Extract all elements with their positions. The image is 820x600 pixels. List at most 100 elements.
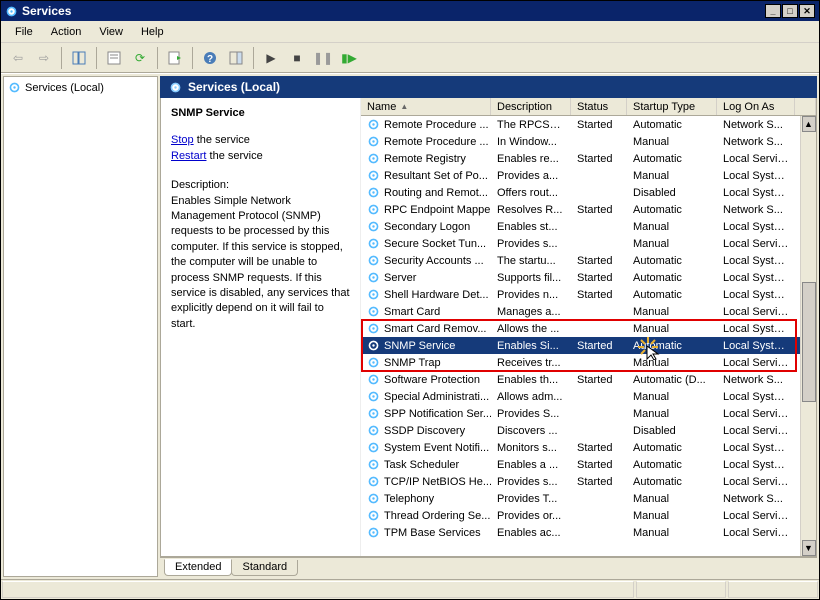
stop-service-link[interactable]: Stop bbox=[171, 134, 194, 146]
service-desc: Enables re... bbox=[491, 153, 571, 165]
restart-service-link[interactable]: Restart bbox=[171, 150, 206, 162]
table-row[interactable]: Secondary LogonEnables st...ManualLocal … bbox=[361, 218, 816, 235]
service-desc: Allows the ... bbox=[491, 323, 571, 335]
titlebar[interactable]: Services _ □ ✕ bbox=[1, 1, 819, 21]
start-service-button[interactable]: ▶ bbox=[260, 47, 282, 69]
service-icon bbox=[367, 373, 380, 386]
scroll-track[interactable] bbox=[802, 132, 816, 540]
col-startup[interactable]: Startup Type bbox=[627, 98, 717, 115]
show-hide-tree-button[interactable] bbox=[68, 47, 90, 69]
table-row[interactable]: Remote Procedure ...The RPCSS...StartedA… bbox=[361, 116, 816, 133]
service-desc: Discovers ... bbox=[491, 425, 571, 437]
table-row[interactable]: ServerSupports fil...StartedAutomaticLoc… bbox=[361, 269, 816, 286]
col-scroll-spacer bbox=[795, 98, 816, 115]
col-status[interactable]: Status bbox=[571, 98, 627, 115]
table-row[interactable]: SNMP TrapReceives tr...ManualLocal Servi… bbox=[361, 354, 816, 371]
service-logon: Network S... bbox=[717, 374, 795, 386]
minimize-button[interactable]: _ bbox=[765, 4, 781, 18]
table-row[interactable]: Resultant Set of Po...Provides a...Manua… bbox=[361, 167, 816, 184]
table-row[interactable]: Shell Hardware Det...Provides n...Starte… bbox=[361, 286, 816, 303]
service-name: Server bbox=[384, 272, 416, 284]
pause-service-button[interactable]: ❚❚ bbox=[312, 47, 334, 69]
service-logon: Local System bbox=[717, 289, 795, 301]
table-row[interactable]: Smart Card Remov...Allows the ...ManualL… bbox=[361, 320, 816, 337]
col-logon[interactable]: Log On As bbox=[717, 98, 795, 115]
gear-icon bbox=[169, 81, 182, 94]
close-button[interactable]: ✕ bbox=[799, 4, 815, 18]
stop-service-button[interactable]: ■ bbox=[286, 47, 308, 69]
table-row[interactable]: TCP/IP NetBIOS He...Provides s...Started… bbox=[361, 473, 816, 490]
scroll-up-button[interactable]: ▲ bbox=[802, 116, 816, 132]
table-row[interactable]: Remote RegistryEnables re...StartedAutom… bbox=[361, 150, 816, 167]
col-description[interactable]: Description bbox=[491, 98, 571, 115]
table-row[interactable]: SPP Notification Ser...Provides S...Manu… bbox=[361, 405, 816, 422]
service-startup: Manual bbox=[627, 221, 717, 233]
service-logon: Local Service bbox=[717, 357, 795, 369]
service-logon: Local Service bbox=[717, 527, 795, 539]
service-status: Started bbox=[571, 204, 627, 216]
app-gear-icon bbox=[5, 5, 18, 18]
refresh-button[interactable]: ⟳ bbox=[129, 47, 151, 69]
scroll-thumb[interactable] bbox=[802, 282, 816, 402]
service-startup: Manual bbox=[627, 527, 717, 539]
service-icon bbox=[367, 152, 380, 165]
service-status: Started bbox=[571, 255, 627, 267]
tab-standard[interactable]: Standard bbox=[231, 560, 298, 576]
tab-extended[interactable]: Extended bbox=[164, 559, 232, 576]
service-status: Started bbox=[571, 374, 627, 386]
service-logon: Local Service bbox=[717, 476, 795, 488]
service-name: Thread Ordering Se... bbox=[384, 510, 490, 522]
menu-file[interactable]: File bbox=[7, 24, 41, 40]
table-row[interactable]: System Event Notifi...Monitors s...Start… bbox=[361, 439, 816, 456]
detail-column: SNMP Service Stop the service Restart th… bbox=[161, 98, 361, 556]
table-row[interactable]: SNMP ServiceEnables Si...StartedAutomati… bbox=[361, 337, 816, 354]
action-pane-button[interactable] bbox=[225, 47, 247, 69]
service-logon: Local System bbox=[717, 255, 795, 267]
table-row[interactable]: Secure Socket Tun...Provides s...ManualL… bbox=[361, 235, 816, 252]
service-icon bbox=[367, 220, 380, 233]
list-header: Name▲ Description Status Startup Type Lo… bbox=[361, 98, 816, 116]
table-row[interactable]: RPC Endpoint MapperResolves R...StartedA… bbox=[361, 201, 816, 218]
table-row[interactable]: TelephonyProvides T...ManualNetwork S... bbox=[361, 490, 816, 507]
properties-button[interactable] bbox=[103, 47, 125, 69]
tree-root-node[interactable]: Services (Local) bbox=[8, 81, 153, 94]
service-icon bbox=[367, 237, 380, 250]
maximize-button[interactable]: □ bbox=[782, 4, 798, 18]
table-row[interactable]: SSDP DiscoveryDiscovers ...DisabledLocal… bbox=[361, 422, 816, 439]
col-name[interactable]: Name▲ bbox=[361, 98, 491, 115]
table-row[interactable]: Smart CardManages a...ManualLocal Servic… bbox=[361, 303, 816, 320]
list-body[interactable]: Remote Procedure ...The RPCSS...StartedA… bbox=[361, 116, 816, 556]
table-row[interactable]: Software ProtectionEnables th...StartedA… bbox=[361, 371, 816, 388]
back-button[interactable]: ⇦ bbox=[7, 47, 29, 69]
forward-button[interactable]: ⇨ bbox=[33, 47, 55, 69]
menu-view[interactable]: View bbox=[91, 24, 131, 40]
service-name: RPC Endpoint Mapper bbox=[384, 204, 491, 216]
service-status: Started bbox=[571, 442, 627, 454]
menu-help[interactable]: Help bbox=[133, 24, 172, 40]
table-row[interactable]: Task SchedulerEnables a ...StartedAutoma… bbox=[361, 456, 816, 473]
export-button[interactable] bbox=[164, 47, 186, 69]
service-name: TPM Base Services bbox=[384, 527, 481, 539]
stop-suffix: the service bbox=[194, 134, 250, 146]
service-status: Started bbox=[571, 476, 627, 488]
table-row[interactable]: Remote Procedure ...In Window...ManualNe… bbox=[361, 133, 816, 150]
service-startup: Manual bbox=[627, 323, 717, 335]
table-row[interactable]: Thread Ordering Se...Provides or...Manua… bbox=[361, 507, 816, 524]
tree-pane[interactable]: Services (Local) bbox=[3, 76, 158, 577]
service-name: Remote Procedure ... bbox=[384, 136, 489, 148]
scroll-down-button[interactable]: ▼ bbox=[802, 540, 816, 556]
help-button[interactable]: ? bbox=[199, 47, 221, 69]
table-row[interactable]: TPM Base ServicesEnables ac...ManualLoca… bbox=[361, 524, 816, 541]
vertical-scrollbar[interactable]: ▲ ▼ bbox=[800, 116, 816, 556]
service-desc: Enables st... bbox=[491, 221, 571, 233]
table-row[interactable]: Routing and Remot...Offers rout...Disabl… bbox=[361, 184, 816, 201]
restart-service-button[interactable]: ▮▶ bbox=[338, 47, 360, 69]
service-icon bbox=[367, 169, 380, 182]
service-name: SPP Notification Ser... bbox=[384, 408, 491, 420]
table-row[interactable]: Security Accounts ...The startu...Starte… bbox=[361, 252, 816, 269]
table-row[interactable]: Special Administrati...Allows adm...Manu… bbox=[361, 388, 816, 405]
menu-action[interactable]: Action bbox=[43, 24, 90, 40]
service-startup: Automatic bbox=[627, 289, 717, 301]
service-status: Started bbox=[571, 340, 627, 352]
status-cell-1 bbox=[636, 581, 726, 598]
